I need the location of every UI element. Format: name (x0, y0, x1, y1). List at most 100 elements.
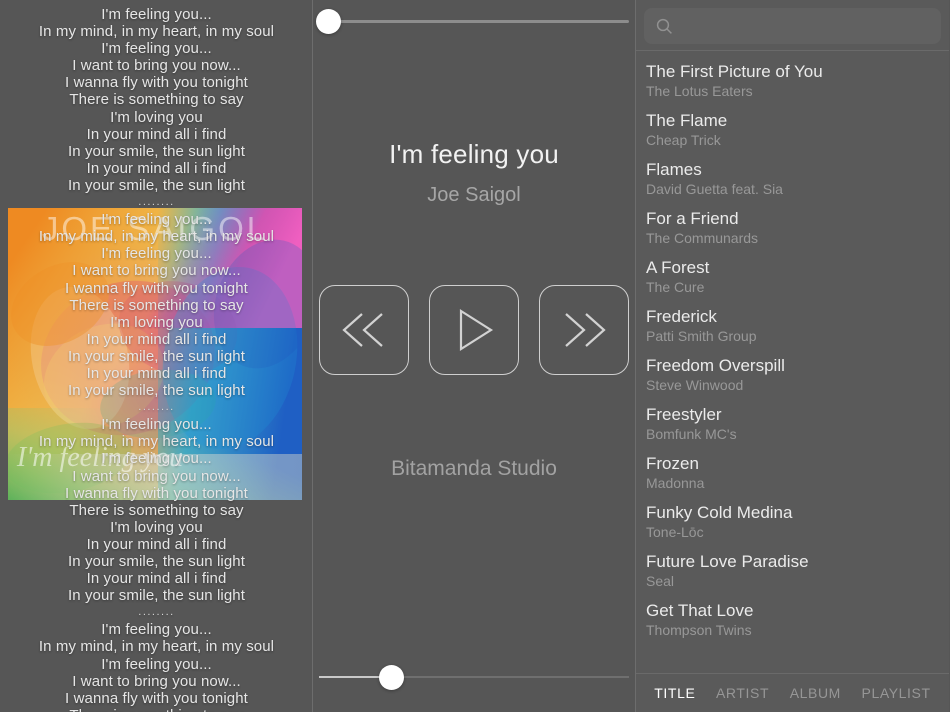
lyric-line: In your smile, the sun light (4, 553, 309, 570)
track-artist: Thompson Twins (646, 621, 939, 640)
track-row[interactable]: Freedom OverspillSteve Winwood (636, 351, 949, 400)
album-name: Bitamanda Studio (391, 457, 557, 481)
fast-forward-icon (558, 308, 610, 352)
volume-thumb[interactable] (379, 665, 404, 690)
lyric-line: In your mind all i find (4, 160, 309, 177)
track-artist: The Cure (646, 278, 939, 297)
track-title: Future Love Paradise (646, 551, 939, 572)
track-artist: Madonna (646, 474, 939, 493)
lyric-line: I'm feeling you... (4, 211, 309, 228)
lyric-line: In your smile, the sun light (4, 348, 309, 365)
music-player-app: JOE SAIGOL I'm feeling you I'm feeling y… (0, 0, 950, 712)
track-title: The First Picture of You (646, 61, 939, 82)
lyric-separator: ........ (4, 604, 309, 621)
tab-album[interactable]: ALBUM (790, 685, 841, 701)
volume-slider[interactable] (313, 662, 635, 694)
lyric-line: I'm feeling you... (4, 416, 309, 433)
transport-controls (319, 285, 629, 375)
next-button[interactable] (539, 285, 629, 375)
play-icon (451, 306, 497, 354)
lyric-line: I'm feeling you... (4, 450, 309, 467)
track-artist: The Communards (646, 229, 939, 248)
lyric-line: I want to bring you now... (4, 262, 309, 279)
track-row[interactable]: FreestylerBomfunk MC's (636, 400, 949, 449)
lyric-line: I'm feeling you... (4, 656, 309, 673)
seek-slider[interactable] (313, 0, 635, 44)
track-title: Get That Love (646, 600, 939, 621)
lyric-line: I'm feeling you... (4, 40, 309, 57)
sort-tabbar: TITLE ARTIST ALBUM PLAYLIST (636, 673, 949, 712)
track-title: For a Friend (646, 208, 939, 229)
track-artist: Bomfunk MC's (646, 425, 939, 444)
play-button[interactable] (429, 285, 519, 375)
track-artist: The Lotus Eaters (646, 82, 939, 101)
lyric-line: I wanna fly with you tonight (4, 74, 309, 91)
lyrics-panel[interactable]: JOE SAIGOL I'm feeling you I'm feeling y… (0, 0, 313, 712)
track-row[interactable]: Future Love ParadiseSeal (636, 547, 949, 596)
track-title: Funky Cold Medina (646, 502, 939, 523)
seek-track[interactable] (319, 20, 629, 23)
track-title: Freedom Overspill (646, 355, 939, 376)
track-artist: Seal (646, 572, 939, 591)
track-artist: Steve Winwood (646, 376, 939, 395)
lyric-line: In your smile, the sun light (4, 143, 309, 160)
lyric-line: I'm feeling you... (4, 245, 309, 262)
lyric-line: In my mind, in my heart, in my soul (4, 228, 309, 245)
tab-playlist[interactable]: PLAYLIST (862, 685, 931, 701)
track-row[interactable]: For a FriendThe Communards (636, 204, 949, 253)
playlist-panel: The First Picture of YouThe Lotus Eaters… (636, 0, 949, 712)
lyric-line: In your mind all i find (4, 570, 309, 587)
lyric-separator: ........ (4, 399, 309, 416)
lyric-line: I'm loving you (4, 314, 309, 331)
lyric-line: In your mind all i find (4, 331, 309, 348)
track-title: The Flame (646, 110, 939, 131)
lyric-line: I'm feeling you... (4, 621, 309, 638)
track-row[interactable]: Funky Cold MedinaTone-Lōc (636, 498, 949, 547)
lyric-line: There is something to say (4, 91, 309, 108)
lyric-line: In your mind all i find (4, 536, 309, 553)
lyric-line: There is something to say (4, 707, 309, 712)
track-row[interactable]: The First Picture of YouThe Lotus Eaters (636, 57, 949, 106)
track-row[interactable]: FrederickPatti Smith Group (636, 302, 949, 351)
lyric-separator: ........ (4, 194, 309, 211)
player-panel: I'm feeling you Joe Saigol Bi (313, 0, 636, 712)
track-title: A Forest (646, 257, 939, 278)
lyric-line: In your smile, the sun light (4, 382, 309, 399)
track-row[interactable]: A ForestThe Cure (636, 253, 949, 302)
track-row[interactable]: Get That LoveThompson Twins (636, 596, 949, 645)
lyric-line: In my mind, in my heart, in my soul (4, 433, 309, 450)
lyric-line: There is something to say (4, 502, 309, 519)
search-icon (656, 18, 673, 35)
search-input[interactable] (682, 18, 929, 34)
lyric-line: I wanna fly with you tonight (4, 280, 309, 297)
track-list[interactable]: The First Picture of YouThe Lotus Eaters… (636, 51, 949, 673)
track-title: Flames (646, 159, 939, 180)
track-title: Frederick (646, 306, 939, 327)
track-artist: Cheap Trick (646, 131, 939, 150)
lyric-line: I want to bring you now... (4, 468, 309, 485)
track-row[interactable]: FrozenMadonna (636, 449, 949, 498)
lyric-line: I wanna fly with you tonight (4, 485, 309, 502)
track-title: Frozen (646, 453, 939, 474)
previous-button[interactable] (319, 285, 409, 375)
lyric-line: I want to bring you now... (4, 57, 309, 74)
lyric-line: In my mind, in my heart, in my soul (4, 638, 309, 655)
track-row[interactable]: FlamesDavid Guetta feat. Sia (636, 155, 949, 204)
lyric-line: In your mind all i find (4, 365, 309, 382)
tab-artist[interactable]: ARTIST (716, 685, 769, 701)
lyric-line: In your smile, the sun light (4, 177, 309, 194)
now-playing-title: I'm feeling you (389, 139, 559, 170)
tab-title[interactable]: TITLE (654, 685, 695, 701)
lyric-line: There is something to say (4, 297, 309, 314)
search-box[interactable] (644, 8, 941, 44)
lyric-line: I'm feeling you... (4, 6, 309, 23)
now-playing-artist: Joe Saigol (427, 184, 520, 207)
lyric-line: I'm loving you (4, 109, 309, 126)
lyric-line: I'm loving you (4, 519, 309, 536)
track-row[interactable]: The FlameCheap Trick (636, 106, 949, 155)
seek-thumb[interactable] (316, 9, 341, 34)
lyric-line: I want to bring you now... (4, 673, 309, 690)
lyric-line: In your mind all i find (4, 126, 309, 143)
track-artist: David Guetta feat. Sia (646, 180, 939, 199)
track-artist: Patti Smith Group (646, 327, 939, 346)
